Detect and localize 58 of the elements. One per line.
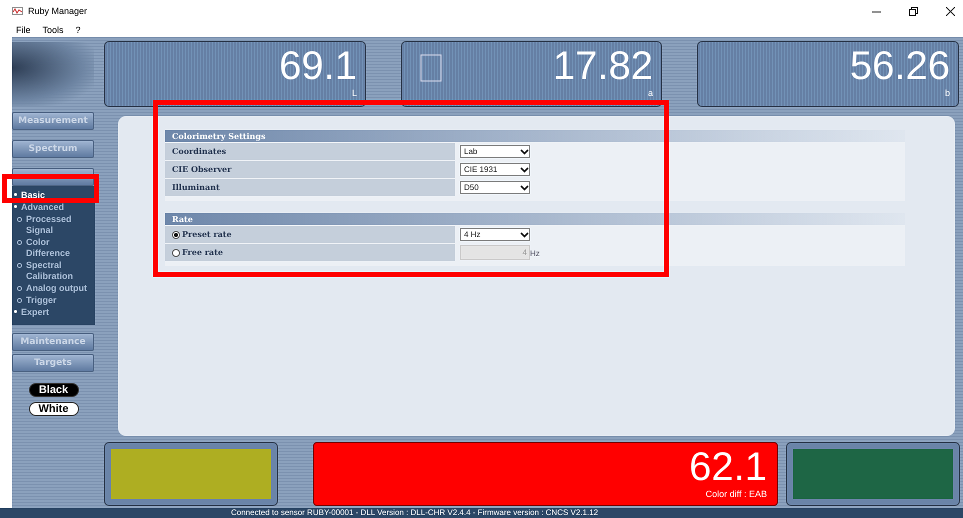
submenu-item[interactable]: Analog output	[12, 283, 95, 294]
circle-bullet-icon	[17, 217, 22, 222]
submenu-label: Advanced	[21, 202, 64, 213]
submenu-label: Basic	[21, 190, 46, 201]
meter-label: b	[944, 88, 950, 98]
circle-bullet-icon	[17, 240, 22, 245]
submenu-label: Processed Signal	[26, 214, 73, 236]
submenu-label: Spectral Calibration	[26, 260, 74, 282]
section-header: Colorimetry Settings	[165, 130, 905, 142]
dropdown[interactable]: 4 Hz	[460, 228, 530, 241]
radio-button[interactable]	[172, 230, 180, 238]
submenu-label: Expert	[21, 307, 50, 318]
app-logo-icon	[12, 7, 23, 15]
window-title: Ruby Manager	[28, 6, 88, 16]
reference-button[interactable]: Black	[28, 383, 78, 397]
meter-label: a	[648, 88, 653, 98]
unit-label: Hz	[530, 248, 540, 260]
section-header: Rate	[165, 213, 905, 225]
submenu-item[interactable]: Color Difference	[12, 237, 95, 259]
submenu-item[interactable]: Basic	[12, 190, 95, 201]
close-icon[interactable]	[946, 6, 955, 16]
submenu-label: Trigger	[26, 295, 57, 306]
caret-icon	[520, 148, 529, 154]
circle-bullet-icon	[17, 298, 22, 303]
menu-item[interactable]: File	[16, 24, 31, 34]
caret-icon	[520, 166, 529, 172]
meter-value: 56.26	[850, 44, 950, 88]
status-bar: Connected to sensor RUBY-00001 - DLL Version : DLL-CHR V2.4.4 - Firmware version : CNCS V2.1.12	[0, 508, 963, 518]
submenu-item[interactable]: Advanced	[12, 202, 95, 213]
submenu-item[interactable]: Spectral Calibration	[12, 260, 95, 282]
dot-bullet-icon	[14, 205, 17, 208]
setting-label: Coordinates	[165, 143, 455, 160]
menu-item[interactable]: ?	[76, 24, 81, 34]
setting-label: CIE Observer	[165, 161, 455, 178]
setting-label: Illuminant	[165, 179, 455, 196]
submenu-item[interactable]: Expert	[12, 307, 95, 318]
submenu-item[interactable]: Trigger	[12, 295, 95, 306]
meter-value: 17.82	[552, 44, 653, 88]
submenu-label: Color Difference	[26, 237, 72, 259]
menu-item[interactable]: Tools	[42, 24, 64, 34]
meter-label: L	[352, 88, 357, 98]
circle-bullet-icon	[17, 263, 22, 268]
dropdown[interactable]: CIE 1931	[460, 163, 530, 176]
submenu-item[interactable]: Processed Signal	[12, 214, 95, 236]
submenu-label: Analog output	[26, 283, 87, 294]
color-diff-label: Color diff : EAB	[706, 489, 767, 499]
dropdown[interactable]: Lab	[460, 145, 530, 158]
dropdown[interactable]: D50	[460, 181, 530, 194]
reference-button[interactable]: White	[28, 402, 78, 416]
radio-option[interactable]: Preset rate	[165, 226, 455, 243]
meter-value: 69.1	[279, 44, 357, 88]
dot-bullet-icon	[14, 193, 17, 196]
dot-bullet-icon	[14, 310, 17, 313]
caret-icon	[520, 184, 529, 190]
color-diff-value: 62.1	[689, 445, 767, 489]
circle-bullet-icon	[17, 286, 22, 291]
caret-icon	[520, 232, 529, 238]
restore-icon[interactable]	[909, 6, 918, 16]
